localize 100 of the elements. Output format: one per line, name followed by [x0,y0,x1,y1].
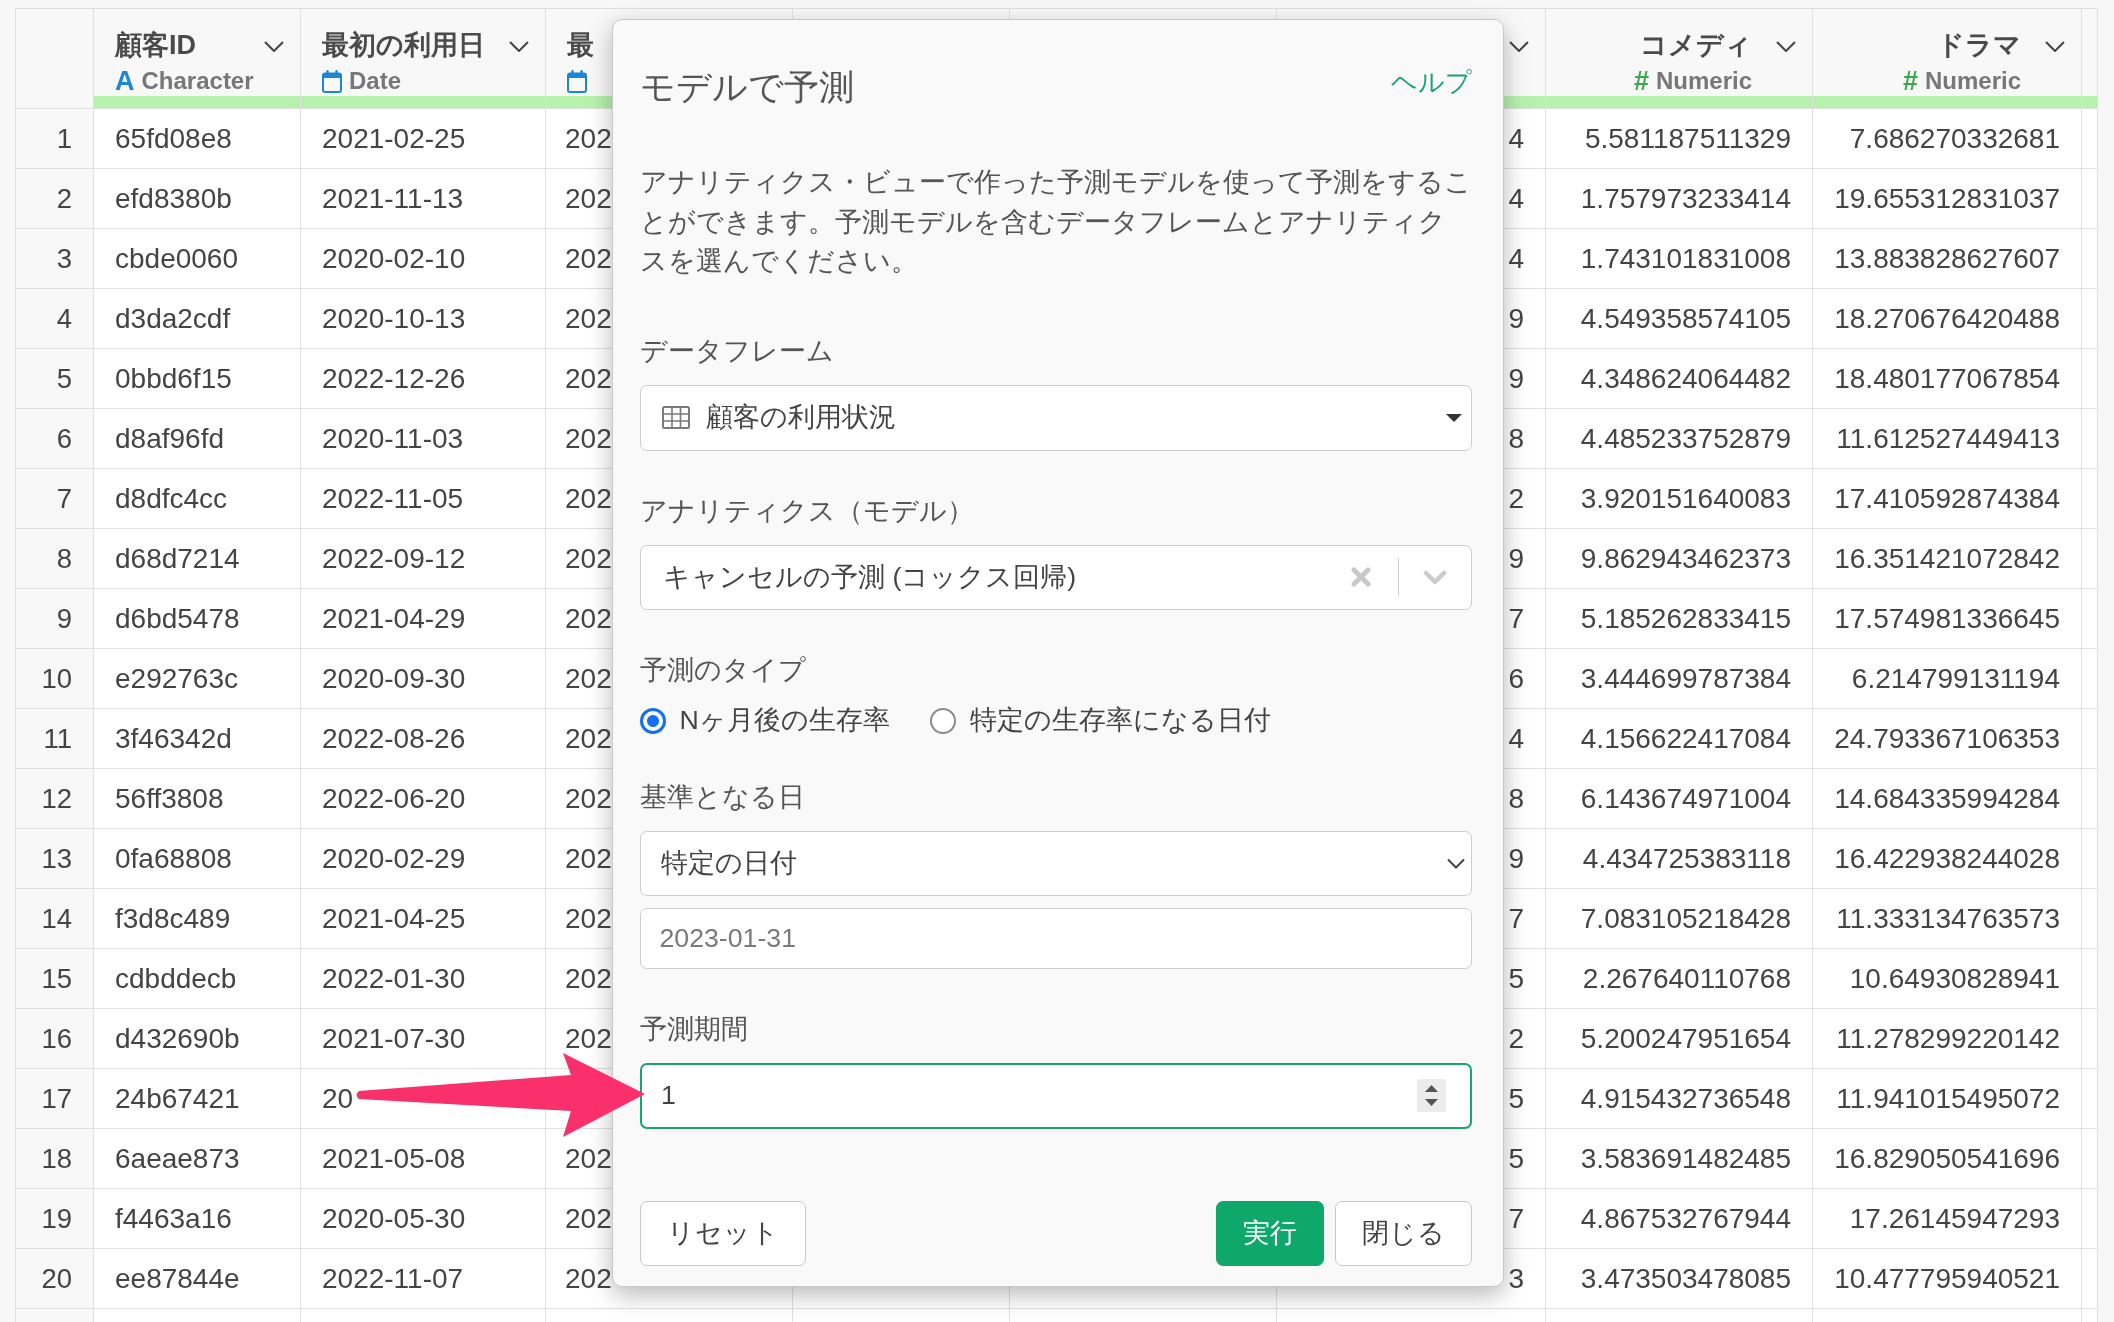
cell-value: 202 [565,1142,612,1174]
date-input[interactable]: 2023-01-31 [639,908,1472,969]
cell-value: 8 [1508,422,1524,454]
cell-value: 3.583691482485 [1580,1142,1791,1174]
cell-value: 3.473503478085 [1580,1262,1791,1294]
cell-value: 202 [565,302,612,334]
cell-value: d8af96fd [115,422,224,454]
cell-value: 2020-09-30 [322,662,466,694]
cell-value: 7.686270332681 [1849,122,2060,154]
column-name: コメディ [1640,29,1752,62]
cell-value: 7 [1508,1202,1524,1234]
cell-value: 2022-01-30 [322,962,466,994]
column-type: Date [349,66,402,96]
chevron-down-icon[interactable] [2045,41,2065,52]
dialog-button[interactable]: 閉じる [1335,1200,1472,1266]
cell-value: 4.867532767944 [1580,1202,1791,1234]
row-number: 18 [41,1142,72,1174]
dropdown-select[interactable]: 特定の日付 [639,830,1472,896]
cell-value: 2 [1508,482,1524,514]
cell-value: d68d7214 [115,542,240,574]
cell-value: 4 [1508,122,1524,154]
field-label: データフレーム [639,334,834,368]
column-type: Numeric [1924,66,2021,96]
chevron-down-icon[interactable] [509,41,529,52]
row-number: 7 [56,482,72,514]
radio-button[interactable] [639,707,666,734]
cell-value: cdbddecb [115,962,237,994]
cell-value: 4 [1508,242,1524,274]
cell-value: 5.581187511329 [1584,122,1791,154]
chevron-down-icon[interactable] [1447,857,1465,869]
cell-value: 11.612527449413 [1836,422,2060,454]
cell-value: 202 [565,1262,612,1294]
calendar-icon [322,69,342,93]
cell-value: 65fd08e8 [115,122,232,154]
cell-value: 4.915432736548 [1580,1082,1791,1114]
cell-value: 2020-05-30 [322,1202,466,1234]
chevron-down-icon[interactable] [1509,41,1529,52]
cell-value: 2022-11-07 [322,1262,464,1294]
dialog-button[interactable]: リセット [639,1200,806,1266]
cell-value: 9 [1508,362,1524,394]
cell-value: 202 [565,1202,612,1234]
cell-value: e292763c [115,662,238,694]
number-input[interactable]: 1 [639,1063,1472,1129]
cell-value: d6bd5478 [115,602,240,634]
row-number: 5 [56,362,72,394]
chevron-down-icon[interactable] [1776,41,1796,52]
cell-value: 11.333134763573 [1836,902,2060,934]
cell-value: ee87844e [115,1262,240,1294]
cell-value: 24.793367106353 [1834,722,2060,754]
cell-value: 11.941015495072 [1836,1082,2060,1114]
cell-value: 2022-09-12 [322,542,466,574]
cell-value: 2021-05-08 [322,1142,466,1174]
calendar-icon [567,69,587,93]
cell-value: 3 [1508,1262,1524,1294]
cell-value: 0bbd6f15 [115,362,232,394]
chevron-down-icon[interactable] [264,41,284,52]
dataframe-select[interactable]: 顧客の利用状況 [639,384,1472,451]
row-number: 1 [56,122,72,154]
row-number: 14 [41,902,72,934]
cell-value: 17.26145947293 [1849,1202,2060,1234]
cell-value: 7 [1508,902,1524,934]
cell-value: 202 [565,722,612,754]
cell-value: 5.185262833415 [1580,602,1791,634]
cell-value: 4 [1508,182,1524,214]
cell-value: 17.410592874384 [1834,482,2060,514]
radio-label[interactable]: Nヶ月後の生存率 [679,700,890,741]
letter-a-icon: A [115,67,135,95]
row-number: 20 [41,1262,72,1294]
cell-value: 6 [1508,662,1524,694]
cell-value: 202 [565,482,612,514]
cell-value: 18.480177067854 [1834,362,2060,394]
cell-value: 9 [1508,302,1524,334]
cell-value: 202 [565,662,612,694]
cell-value: 2021-11-13 [322,182,464,214]
cell-value: 8 [1508,782,1524,814]
radio-button[interactable] [929,707,956,734]
cell-value: 16.829050541696 [1834,1142,2060,1174]
cell-value: 16.351421072842 [1834,542,2060,574]
radio-label[interactable]: 特定の生存率になる日付 [969,700,1271,741]
column-name: 最 [567,29,594,62]
cell-value: 56ff3808 [115,782,224,814]
field-label: 予測のタイプ [639,653,806,687]
cell-value: 202 [565,1022,612,1054]
cell-value: 1.743101831008 [1580,242,1791,274]
cell-value: 202 [565,362,612,394]
cell-value: 16.422938244028 [1834,842,2060,874]
cell-value: 6aeae873 [115,1142,240,1174]
caret-down-icon[interactable] [1446,413,1462,422]
row-number: 15 [41,962,72,994]
row-number: 6 [56,422,72,454]
field-label: アナリティクス（モデル） [639,494,974,528]
cell-value: 4.434725383118 [1582,842,1791,874]
cell-value: 202 [565,842,612,874]
cell-value: 14.684335994284 [1834,782,2060,814]
cell-value: 2.267640110768 [1582,962,1791,994]
row-number: 19 [41,1202,72,1234]
cell-value: 2022-08-26 [322,722,466,754]
stepper-arrows-icon[interactable] [1417,1079,1446,1112]
cell-value: 5.200247951654 [1580,1022,1791,1054]
cell-value: 202 [565,122,612,154]
